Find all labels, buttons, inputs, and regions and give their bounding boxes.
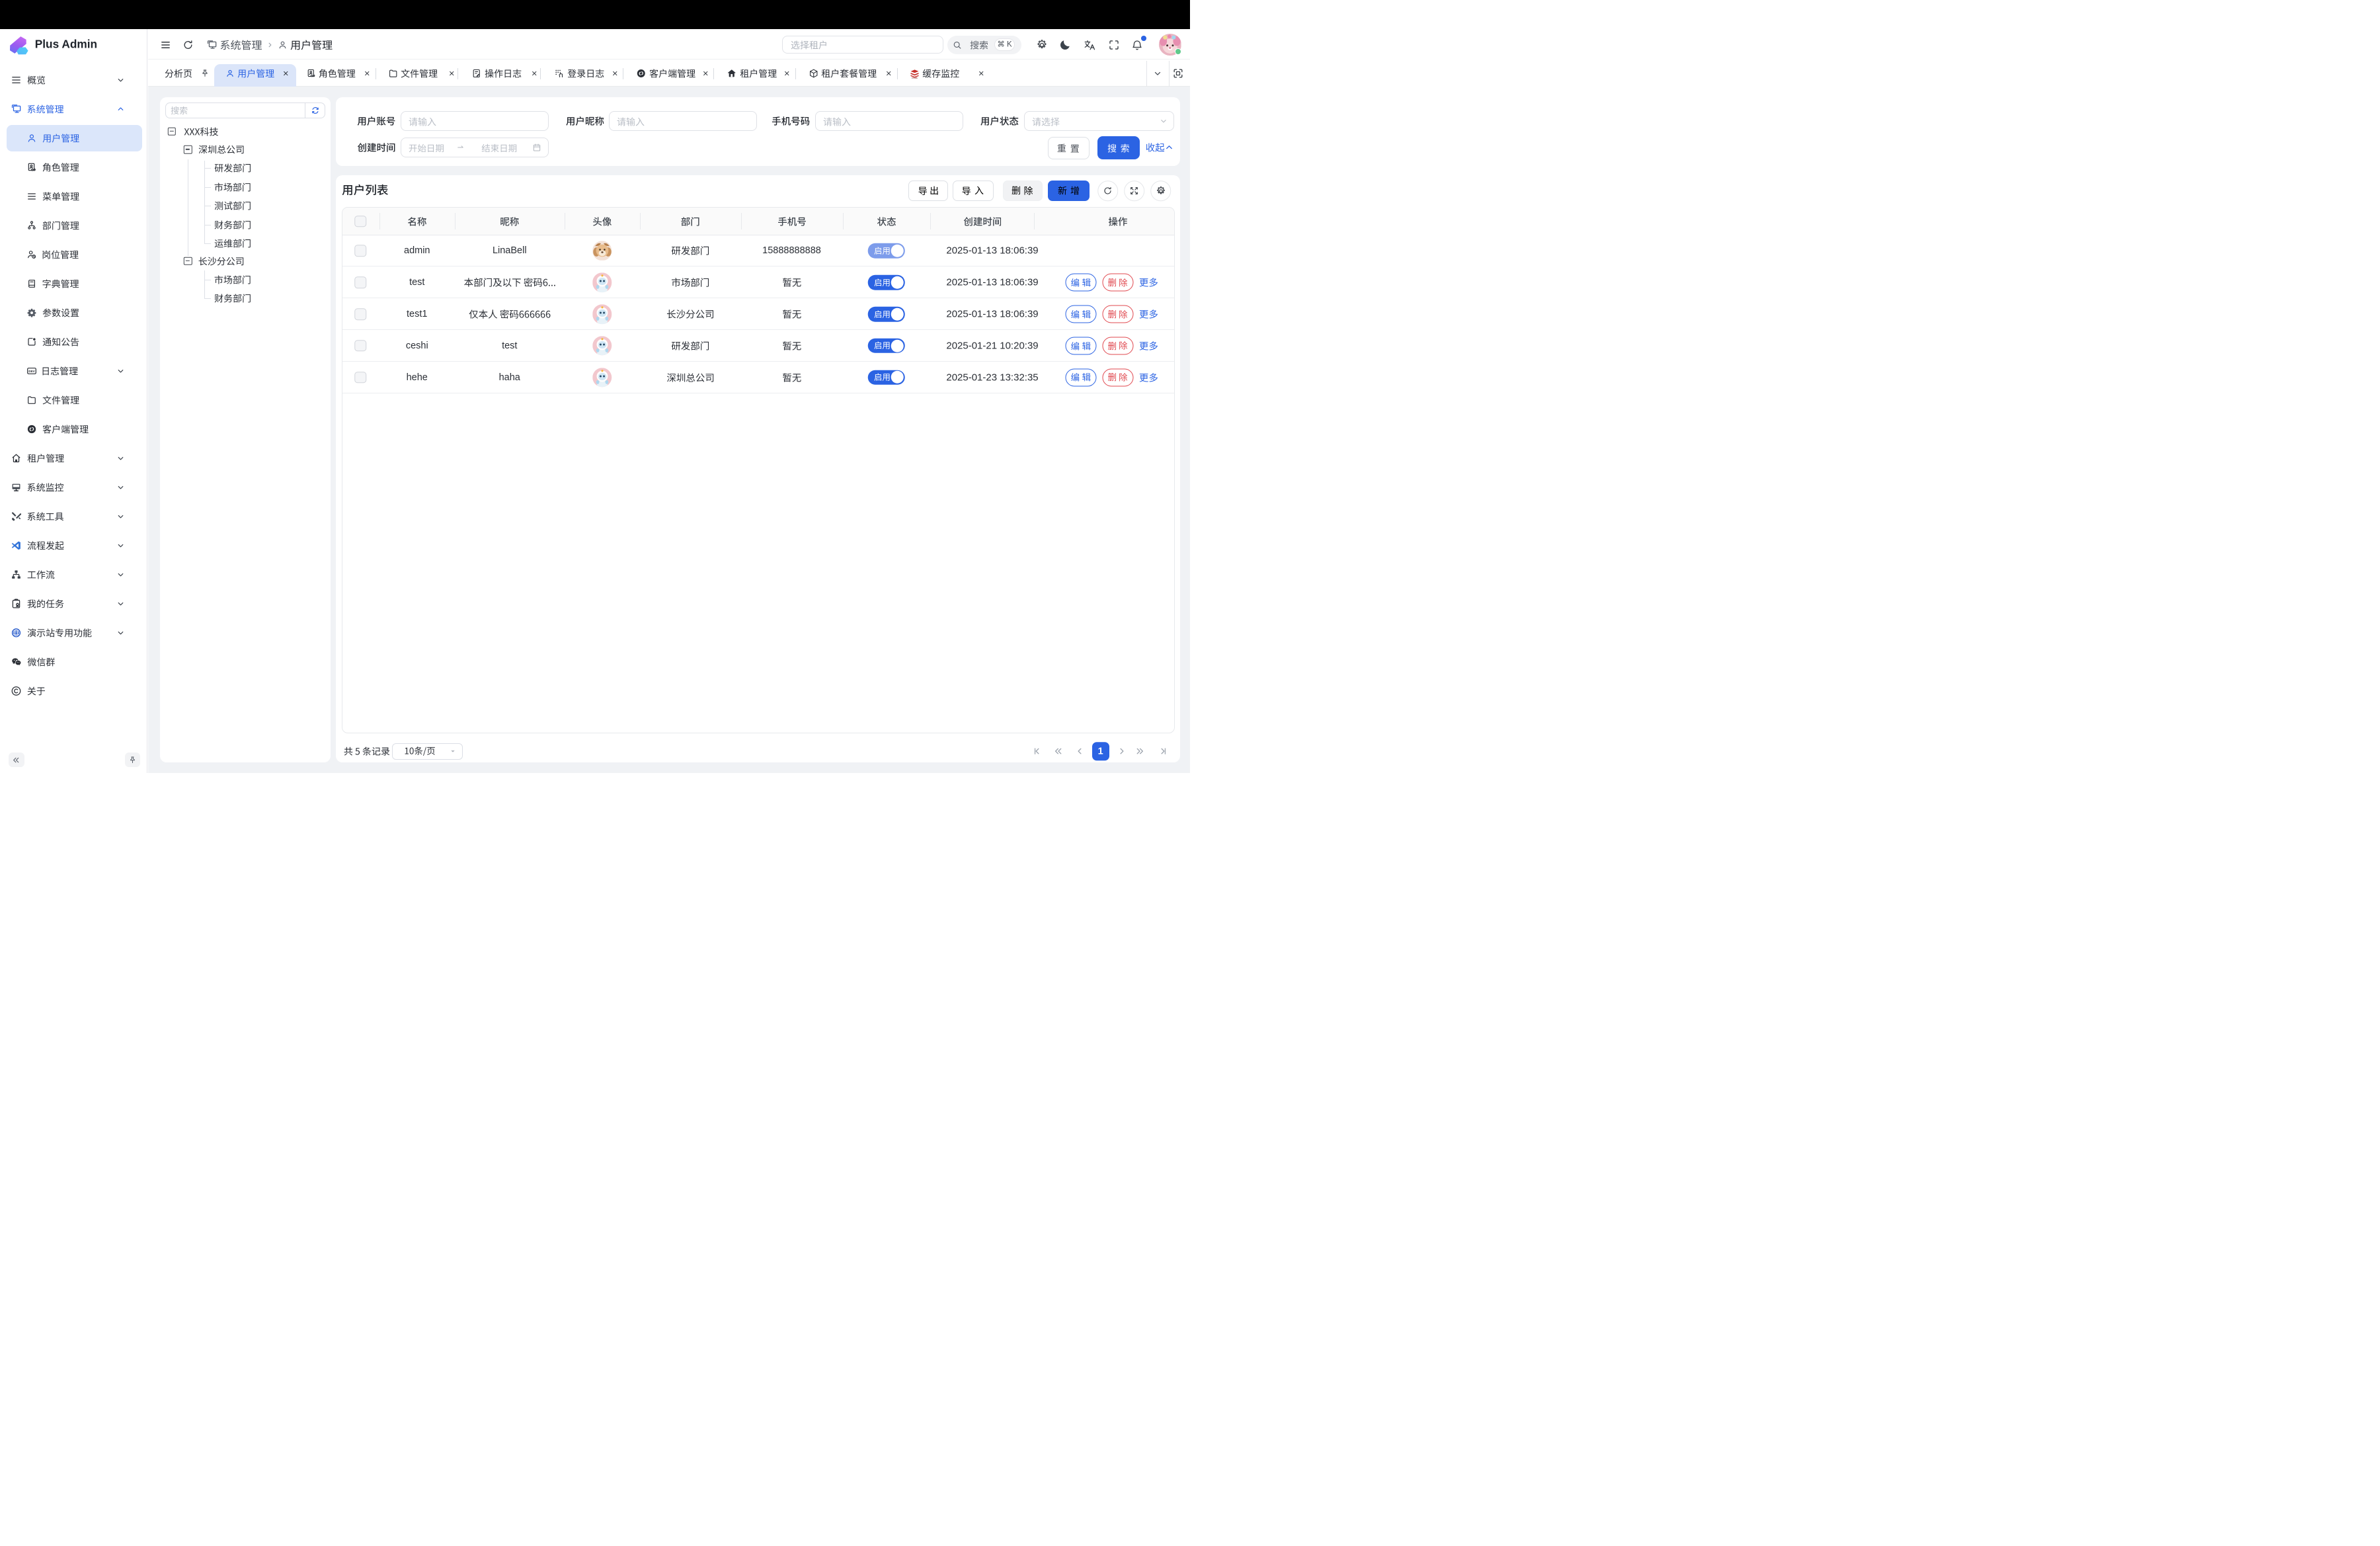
svg-text:DEV: DEV (28, 369, 35, 372)
svg-text:redis: redis (912, 76, 918, 79)
